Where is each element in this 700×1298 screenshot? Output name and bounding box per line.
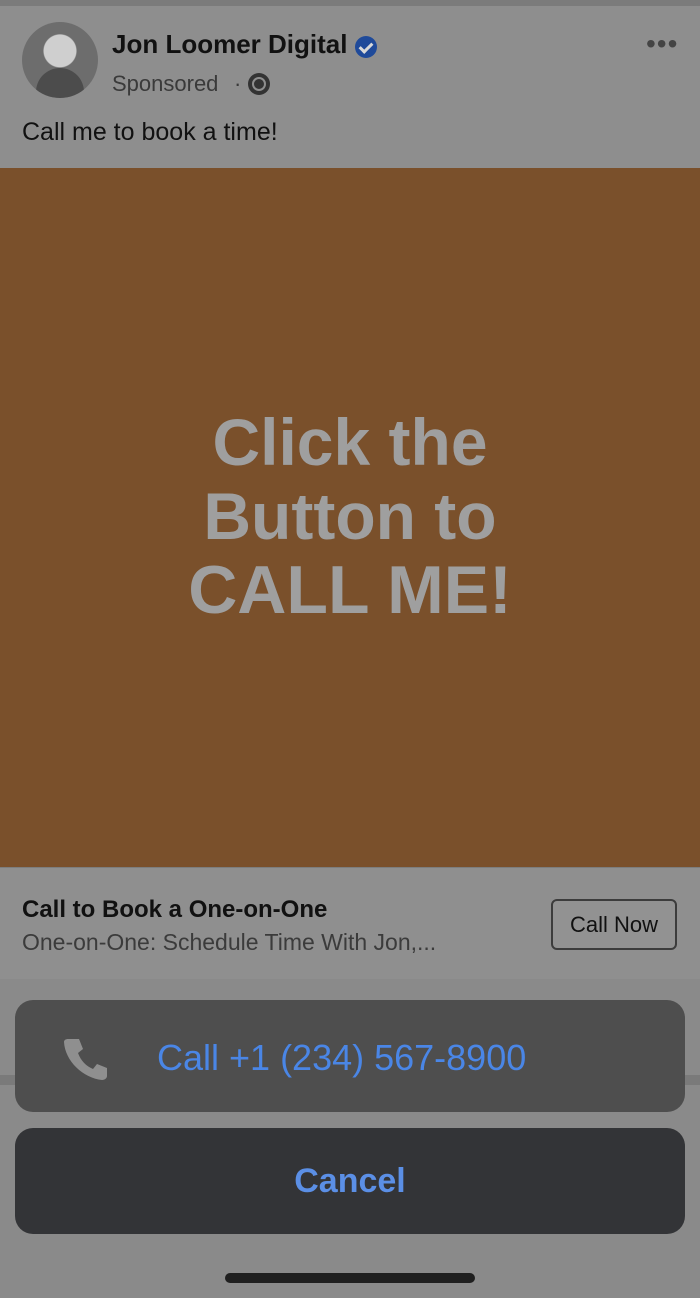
call-action-sheet[interactable]: Call +1 (234) 567-8900	[15, 1000, 685, 1112]
cancel-button[interactable]: Cancel	[15, 1162, 685, 1201]
meta-separator: ·	[234, 71, 242, 96]
globe-icon	[248, 73, 270, 95]
ad-line-3: CALL ME!	[188, 552, 512, 628]
call-now-button[interactable]: Call Now	[551, 899, 677, 950]
ad-line-1: Click the	[212, 405, 488, 479]
phone-icon	[64, 1039, 107, 1080]
cta-title: Call to Book a One-on-One	[22, 896, 328, 923]
home-indicator[interactable]	[225, 1273, 475, 1283]
ad-line-2: Button to	[203, 479, 497, 553]
screen: Jon Loomer Digital Sponsored · ••• Call …	[0, 0, 700, 1298]
verified-badge-icon	[355, 36, 377, 58]
cta-subtitle: One-on-One: Schedule Time With Jon,...	[22, 929, 437, 955]
sponsored-label: Sponsored	[112, 71, 219, 96]
page-name[interactable]: Jon Loomer Digital	[112, 29, 347, 60]
call-phone-number-option[interactable]: Call +1 (234) 567-8900	[157, 1037, 526, 1079]
page-avatar[interactable]	[22, 22, 98, 98]
cta-bar[interactable]: Call to Book a One-on-One One-on-One: Sc…	[0, 867, 700, 980]
cancel-sheet[interactable]: Cancel	[15, 1128, 685, 1234]
ad-headline: Click the Button to CALL ME!	[0, 405, 700, 627]
post-caption: Call me to book a time!	[22, 118, 278, 146]
more-horizontal-icon[interactable]: •••	[646, 30, 680, 58]
